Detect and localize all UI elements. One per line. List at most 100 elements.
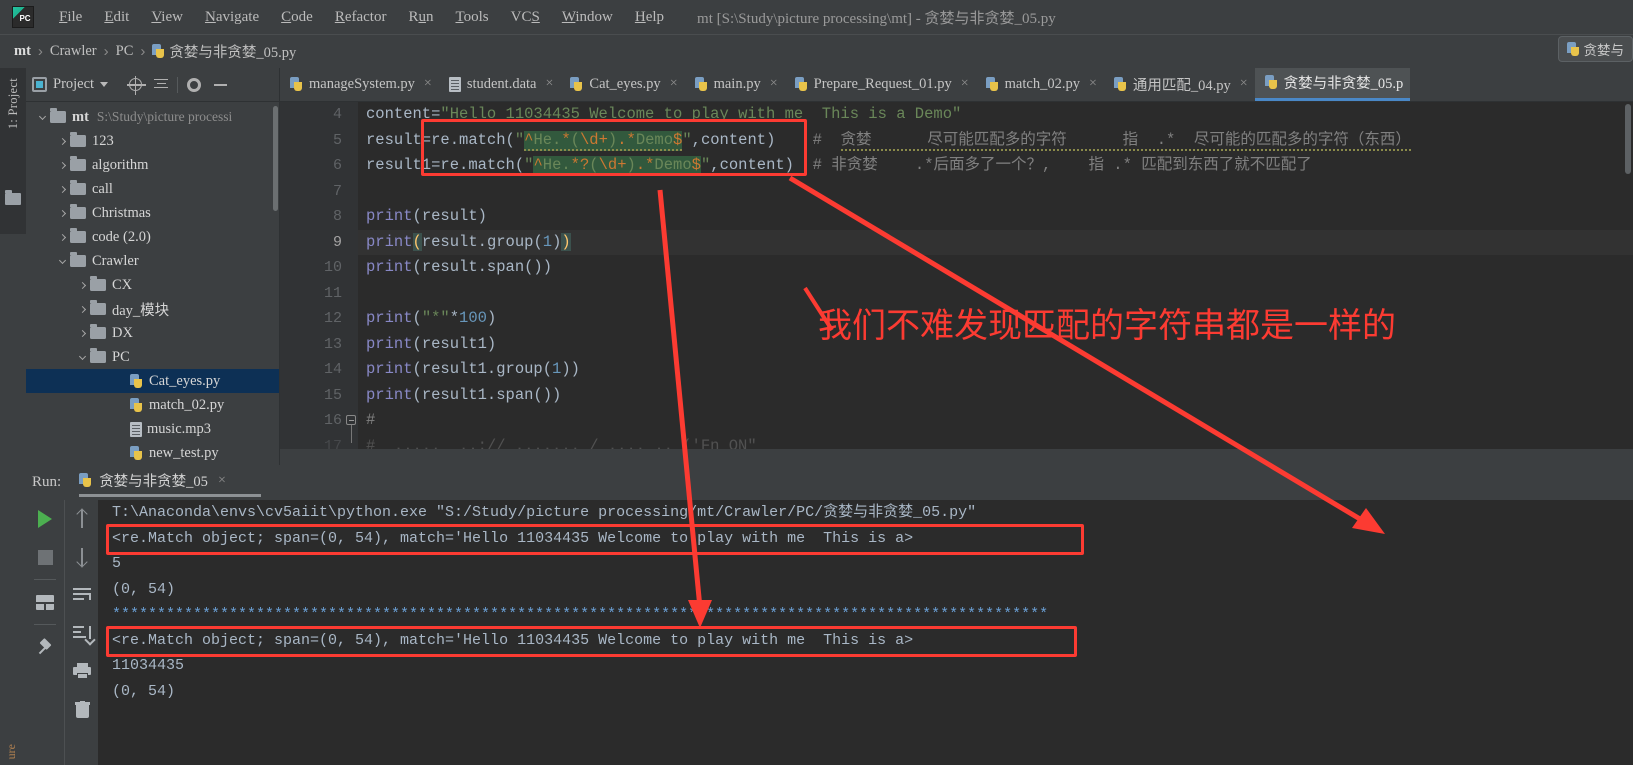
- chevron-down-icon[interactable]: [54, 256, 70, 264]
- locate-icon[interactable]: [122, 72, 148, 98]
- tree-node[interactable]: Crawler: [26, 249, 279, 273]
- fold-marker-icon[interactable]: [346, 415, 356, 425]
- chevron-right-icon[interactable]: [54, 233, 70, 241]
- code-line[interactable]: 12 print("*"*100): [280, 306, 1633, 332]
- stop-button[interactable]: [26, 538, 64, 576]
- menu-item-file[interactable]: File: [48, 7, 93, 28]
- tool-button-project[interactable]: 1: Project: [6, 78, 21, 129]
- tree-node[interactable]: Christmas: [26, 201, 279, 225]
- project-tree[interactable]: mt S:\Study\picture processi 123 algorithm c…: [26, 102, 279, 465]
- chevron-right-icon[interactable]: [74, 281, 90, 289]
- editor-tab[interactable]: main.py ×: [685, 68, 785, 101]
- code-line[interactable]: 16 #: [280, 408, 1633, 443]
- close-icon[interactable]: ×: [218, 473, 226, 489]
- editor-tab[interactable]: student.data ×: [439, 68, 561, 101]
- menu-item-edit[interactable]: Edit: [93, 7, 140, 28]
- scroll-up-button[interactable]: [65, 500, 99, 538]
- editor-tab[interactable]: match_02.py ×: [976, 68, 1104, 101]
- tree-node[interactable]: music.mp3: [26, 417, 279, 441]
- chevron-down-icon[interactable]: [34, 112, 50, 120]
- close-icon[interactable]: ×: [961, 77, 969, 91]
- editor-tab[interactable]: 贪婪与非贪婪_05.p: [1254, 68, 1411, 101]
- scroll-down-button[interactable]: [65, 538, 99, 576]
- tree-node[interactable]: CX: [26, 273, 279, 297]
- close-icon[interactable]: ×: [1089, 77, 1097, 91]
- code-line[interactable]: 7: [280, 179, 1633, 205]
- code-line[interactable]: 15 print(result1.span()): [280, 383, 1633, 409]
- code-line[interactable]: 17 # ..... ..:// ....... / .... .. ('Fn …: [280, 434, 1633, 450]
- breadcrumb-item[interactable]: Crawler: [50, 43, 97, 60]
- close-icon[interactable]: ×: [770, 77, 778, 91]
- print-button[interactable]: [65, 652, 99, 690]
- chevron-down-icon[interactable]: [100, 82, 109, 87]
- code-line[interactable]: 5 result=re.match("^He.*(\d+).*Demo$",co…: [280, 128, 1633, 154]
- breadcrumb-item[interactable]: 贪婪与非贪婪_05.py: [152, 41, 296, 62]
- clear-all-button[interactable]: [65, 690, 99, 728]
- menu-item-navigate[interactable]: Navigate: [194, 7, 270, 28]
- editor-tab[interactable]: manageSystem.py ×: [280, 68, 439, 101]
- chevron-down-icon[interactable]: [74, 352, 90, 360]
- project-tree-scrollbar[interactable]: [273, 106, 278, 211]
- editor-tab[interactable]: Prepare_Request_01.py ×: [785, 68, 976, 101]
- chevron-right-icon[interactable]: [54, 185, 70, 193]
- hide-icon[interactable]: [207, 72, 233, 98]
- menu-item-help[interactable]: Help: [624, 7, 675, 28]
- editor-tab-bar[interactable]: manageSystem.py × student.data × Cat_eyes.py…: [280, 68, 1633, 102]
- tree-node[interactable]: Cat_eyes.py: [26, 369, 279, 393]
- tree-node[interactable]: DX: [26, 321, 279, 345]
- rerun-button[interactable]: [26, 500, 64, 538]
- code-line[interactable]: 4 content="Hello 11034435 Welcome to pla…: [280, 102, 1633, 128]
- code-line[interactable]: 9 print(result.group(1)): [280, 229, 1633, 255]
- code-line[interactable]: 14 print(result1.group(1)): [280, 357, 1633, 383]
- menu-item-vcs[interactable]: VCS: [500, 7, 551, 28]
- code-line[interactable]: 10 print(result.span()): [280, 255, 1633, 281]
- layout-button[interactable]: [26, 583, 64, 621]
- tree-node[interactable]: mt S:\Study\picture processi: [26, 105, 279, 129]
- collapse-all-icon[interactable]: [148, 72, 174, 98]
- chevron-right-icon[interactable]: [74, 329, 90, 337]
- close-icon[interactable]: ×: [1240, 77, 1248, 91]
- search-everywhere-chip[interactable]: 贪婪与: [1557, 36, 1633, 62]
- close-icon[interactable]: ×: [670, 77, 678, 91]
- tool-button-structure[interactable]: ure: [4, 744, 19, 759]
- editor-tab[interactable]: Cat_eyes.py ×: [560, 68, 684, 101]
- tree-node[interactable]: algorithm: [26, 153, 279, 177]
- editor-tab[interactable]: 通用匹配_04.py ×: [1104, 68, 1255, 101]
- soft-wrap-button[interactable]: [65, 576, 99, 614]
- tree-node[interactable]: day_模块: [26, 297, 279, 321]
- tree-node[interactable]: call: [26, 177, 279, 201]
- code-line[interactable]: 6 result1=re.match("^He.*?(\d+).*Demo$",…: [280, 153, 1633, 179]
- close-icon[interactable]: ×: [424, 77, 432, 91]
- menu-item-window[interactable]: Window: [551, 7, 624, 28]
- scroll-to-end-button[interactable]: [65, 614, 99, 652]
- code-line[interactable]: 13 print(result1): [280, 332, 1633, 358]
- editor-code-area[interactable]: 4 content="Hello 11034435 Welcome to pla…: [280, 102, 1633, 449]
- chevron-right-icon[interactable]: [54, 209, 70, 217]
- menu-item-refactor[interactable]: Refactor: [324, 7, 398, 28]
- code-line[interactable]: 11: [280, 281, 1633, 307]
- code-editor[interactable]: 4 content="Hello 11034435 Welcome to pla…: [280, 102, 1633, 449]
- chevron-right-icon[interactable]: [74, 305, 90, 313]
- menu-item-view[interactable]: View: [140, 7, 194, 28]
- project-view-icon: [32, 77, 47, 92]
- code-line[interactable]: 8 print(result): [280, 204, 1633, 230]
- menu-item-run[interactable]: Run: [397, 7, 444, 28]
- run-configuration-tab[interactable]: 贪婪与非贪婪_05 ×: [79, 470, 262, 497]
- project-folder-icon[interactable]: [5, 190, 21, 205]
- editor-vertical-scrollbar[interactable]: [1625, 104, 1631, 174]
- menu-item-tools[interactable]: Tools: [444, 7, 499, 28]
- tree-node[interactable]: new_test.py: [26, 441, 279, 465]
- tree-node[interactable]: code (2.0): [26, 225, 279, 249]
- close-icon[interactable]: ×: [546, 77, 554, 91]
- settings-gear-icon[interactable]: [181, 72, 207, 98]
- chevron-right-icon[interactable]: [54, 137, 70, 145]
- menu-item-code[interactable]: Code: [270, 7, 324, 28]
- breadcrumb-item[interactable]: mt: [14, 43, 31, 60]
- chevron-right-icon[interactable]: [54, 161, 70, 169]
- tree-node[interactable]: PC: [26, 345, 279, 369]
- tree-node[interactable]: 123: [26, 129, 279, 153]
- tree-node[interactable]: match_02.py: [26, 393, 279, 417]
- breadcrumb-item[interactable]: PC: [116, 43, 134, 60]
- pin-tab-button[interactable]: [26, 628, 64, 666]
- run-console-output[interactable]: T:\Anaconda\envs\cv5aiit\python.exe "S:/…: [98, 500, 1633, 765]
